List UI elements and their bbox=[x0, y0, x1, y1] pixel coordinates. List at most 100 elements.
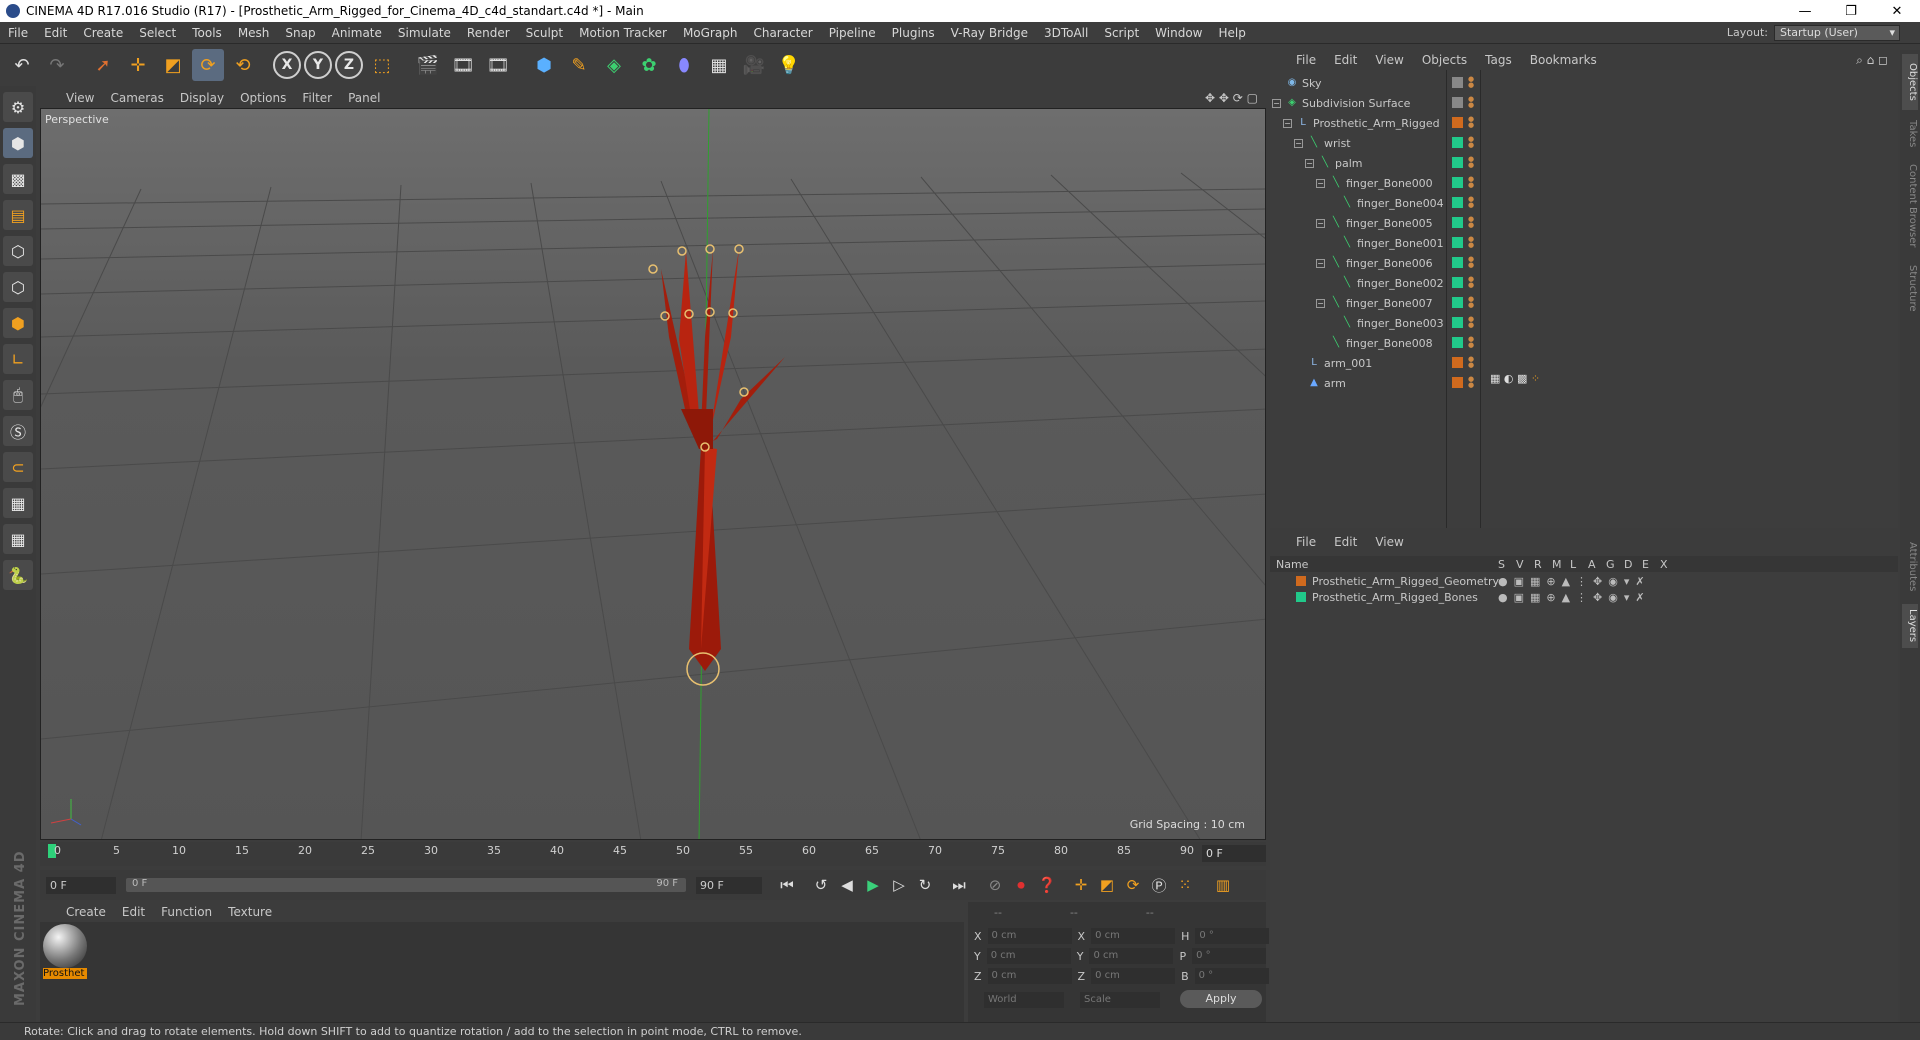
visibility-dots-icon[interactable]: ● ● bbox=[1468, 256, 1474, 269]
layer-color-swatch[interactable] bbox=[1452, 277, 1463, 288]
rotation-p-field[interactable]: 0 ° bbox=[1192, 948, 1267, 964]
object-row[interactable]: − ◈ Subdivision Surface ● ● bbox=[1270, 94, 1770, 114]
floor-button[interactable]: ▦ bbox=[703, 49, 735, 81]
expand-toggle-icon[interactable]: − bbox=[1294, 139, 1303, 148]
current-frame-field[interactable]: 0 F bbox=[1202, 845, 1266, 862]
next-key-button[interactable]: ↻ bbox=[912, 873, 938, 897]
visibility-dots-icon[interactable]: ● ● bbox=[1468, 356, 1474, 369]
object-menu-file[interactable]: File bbox=[1296, 53, 1316, 67]
layer-color-swatch[interactable] bbox=[1452, 177, 1463, 188]
visibility-dots-icon[interactable]: ● ● bbox=[1468, 136, 1474, 149]
expand-toggle-icon[interactable]: − bbox=[1316, 179, 1325, 188]
layer-menu-view[interactable]: View bbox=[1375, 535, 1403, 549]
visibility-dots-icon[interactable]: ● ● bbox=[1468, 216, 1474, 229]
render-view-button[interactable]: 🎬 bbox=[412, 49, 444, 81]
close-button[interactable]: ✕ bbox=[1874, 4, 1920, 19]
layer-color-swatch[interactable] bbox=[1452, 337, 1463, 348]
go-to-end-button[interactable]: ⏭ bbox=[946, 873, 972, 897]
arm-tags[interactable]: ▦ ◐ ▩ ⁘ bbox=[1490, 372, 1540, 385]
layer-row[interactable]: Prosthetic_Arm_Rigged_Geometry ●▣▦⊕▲⋮✥◉▾… bbox=[1270, 574, 1898, 590]
x-axis-button[interactable]: X bbox=[273, 51, 301, 79]
menu-help[interactable]: Help bbox=[1210, 26, 1253, 40]
size-z-field[interactable]: 0 cm bbox=[1091, 968, 1176, 984]
object-menu-edit[interactable]: Edit bbox=[1334, 53, 1357, 67]
lock-workplane-button[interactable]: ▦ bbox=[3, 488, 33, 518]
menu-snap[interactable]: Snap bbox=[277, 26, 323, 40]
layer-color-swatch[interactable] bbox=[1452, 117, 1463, 128]
visibility-dots-icon[interactable]: ● ● bbox=[1468, 276, 1474, 289]
play-button[interactable]: ▶ bbox=[860, 873, 886, 897]
position-z-field[interactable]: 0 cm bbox=[987, 968, 1072, 984]
layer-color-swatch[interactable] bbox=[1452, 377, 1463, 388]
object-menu-bookmarks[interactable]: Bookmarks bbox=[1530, 53, 1597, 67]
layer-flag-icons[interactable]: ●▣▦⊕▲⋮✥◉▾✗ bbox=[1498, 591, 1651, 604]
render-settings-button[interactable]: 🎞 bbox=[482, 49, 514, 81]
tab-layers[interactable]: Layers bbox=[1902, 604, 1918, 648]
viewport-nav-icons[interactable]: ✥ ✥ ⟳ ▢ bbox=[1205, 91, 1258, 105]
workplane-mode-button[interactable]: ▤ bbox=[3, 200, 33, 230]
z-axis-button[interactable]: Z bbox=[335, 51, 363, 79]
layer-color-swatch[interactable] bbox=[1452, 97, 1463, 108]
object-row[interactable]: Larm_001 ● ● bbox=[1270, 354, 1770, 374]
live-selection-button[interactable]: ➚ bbox=[87, 49, 119, 81]
material-menu-create[interactable]: Create bbox=[66, 905, 106, 919]
make-editable-button[interactable]: ⚙ bbox=[3, 92, 33, 122]
tab-objects[interactable]: Objects bbox=[1902, 54, 1918, 110]
timeline-ruler[interactable]: 0 5 10 15 20 25 30 35 40 45 50 55 60 65 … bbox=[40, 842, 1266, 866]
light-button[interactable]: 💡 bbox=[773, 49, 805, 81]
redo-button[interactable]: ↷ bbox=[41, 49, 73, 81]
layer-color-swatch[interactable] bbox=[1452, 77, 1463, 88]
menu-3dtoall[interactable]: 3DToAll bbox=[1036, 26, 1096, 40]
previous-frame-button[interactable]: ◀ bbox=[834, 873, 860, 897]
next-frame-button[interactable]: ▷ bbox=[886, 873, 912, 897]
object-menu-view[interactable]: View bbox=[1375, 53, 1403, 67]
object-row[interactable]: ╲ finger_Bone003 ● ● bbox=[1270, 314, 1770, 334]
object-row[interactable]: − ╲ palm ● ● bbox=[1270, 154, 1770, 174]
magnet-button[interactable]: ⊂ bbox=[3, 452, 33, 482]
autokey-button[interactable]: ⏺ bbox=[1008, 873, 1034, 897]
scale-mode-select[interactable]: Scale bbox=[1080, 992, 1160, 1008]
viewport-menu-display[interactable]: Display bbox=[180, 91, 224, 105]
tab-attributes[interactable]: Attributes bbox=[1902, 534, 1918, 600]
layer-color-swatch[interactable] bbox=[1452, 357, 1463, 368]
perspective-viewport[interactable]: Perspective Grid Spacing : 10 cm bbox=[40, 108, 1266, 840]
layer-color-swatch[interactable] bbox=[1452, 297, 1463, 308]
object-row[interactable]: ╲ finger_Bone001 ● ● bbox=[1270, 234, 1770, 254]
material-swatch[interactable]: Prosthet bbox=[43, 924, 87, 982]
viewport-menu-view[interactable]: View bbox=[66, 91, 94, 105]
layer-color-swatch[interactable] bbox=[1452, 157, 1463, 168]
polygons-mode-button[interactable]: ⬢ bbox=[3, 308, 33, 338]
visibility-dots-icon[interactable]: ● ● bbox=[1468, 316, 1474, 329]
object-search-icon[interactable]: ⌕ ⌂ ◻ bbox=[1856, 53, 1888, 68]
deformer-button[interactable]: ⬮ bbox=[668, 49, 700, 81]
maximize-button[interactable]: ❐ bbox=[1828, 4, 1874, 19]
menu-character[interactable]: Character bbox=[745, 26, 820, 40]
start-frame-field[interactable]: 0 F bbox=[46, 876, 116, 894]
keyframe-selection-button[interactable]: ❓ bbox=[1034, 873, 1060, 897]
layer-color-swatch[interactable] bbox=[1452, 317, 1463, 328]
menu-simulate[interactable]: Simulate bbox=[390, 26, 459, 40]
viewport-menu-options[interactable]: Options bbox=[240, 91, 286, 105]
object-row[interactable]: − ╲ finger_Bone006 ● ● bbox=[1270, 254, 1770, 274]
visibility-dots-icon[interactable]: ● ● bbox=[1468, 376, 1474, 389]
layer-menu-edit[interactable]: Edit bbox=[1334, 535, 1357, 549]
position-x-field[interactable]: 0 cm bbox=[987, 928, 1072, 944]
expand-toggle-icon[interactable]: − bbox=[1316, 219, 1325, 228]
camera-button[interactable]: 🎥 bbox=[738, 49, 770, 81]
undo-button[interactable]: ↶ bbox=[6, 49, 38, 81]
key-rotation-button[interactable]: ⟳ bbox=[1120, 873, 1146, 897]
expand-toggle-icon[interactable]: − bbox=[1305, 159, 1314, 168]
layer-color-swatch[interactable] bbox=[1452, 197, 1463, 208]
key-scale-button[interactable]: ◩ bbox=[1094, 873, 1120, 897]
menu-window[interactable]: Window bbox=[1147, 26, 1210, 40]
menu-motion-tracker[interactable]: Motion Tracker bbox=[571, 26, 675, 40]
viewport-menu-cameras[interactable]: Cameras bbox=[110, 91, 163, 105]
visibility-dots-icon[interactable]: ● ● bbox=[1468, 96, 1474, 109]
rotation-b-field[interactable]: 0 ° bbox=[1194, 968, 1269, 984]
cloner-button[interactable]: ✿ bbox=[633, 49, 665, 81]
layer-menu-file[interactable]: File bbox=[1296, 535, 1316, 549]
expand-toggle-icon[interactable]: − bbox=[1272, 99, 1281, 108]
object-row[interactable]: − L Prosthetic_Arm_Rigged ● ● bbox=[1270, 114, 1770, 134]
menu-file[interactable]: File bbox=[0, 26, 36, 40]
tweak-mode-button[interactable]: 🖱 bbox=[3, 380, 33, 410]
